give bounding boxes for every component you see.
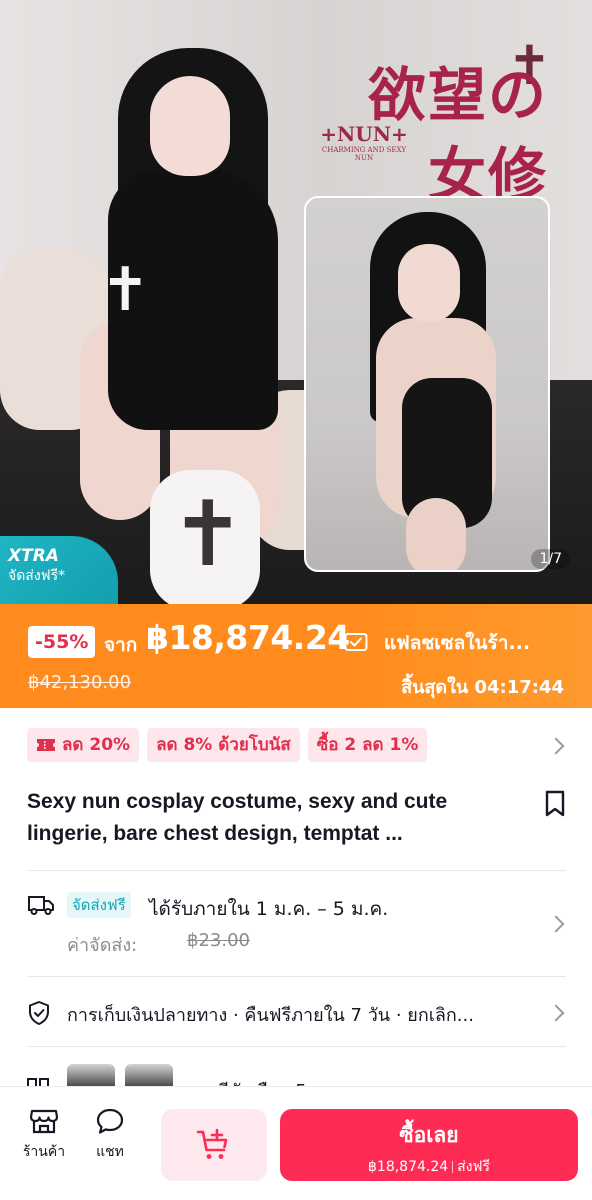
shop-label: ร้านค้า — [22, 1144, 66, 1160]
buy-now-subtitle: ฿18,874.24 ส่งฟรี — [280, 1156, 578, 1178]
bottom-action-bar: ร้านค้า แชท ซื้อเลย ฿18,874.24 ส่งฟรี — [0, 1086, 592, 1200]
coupon-icon — [37, 739, 55, 751]
chat-button[interactable]: แชท — [80, 1107, 140, 1163]
discount-badge: -55% — [28, 626, 96, 658]
nun-tag-subtitle: CHARMING AND SEXY NUN — [321, 146, 407, 163]
store-icon — [29, 1109, 59, 1134]
shipping-fee-label: ค่าจัดส่ง: — [67, 935, 138, 956]
product-image-carousel[interactable]: ✝ ✝ ✝ 欲望の 女修 +NUN+ CHARMING AND SEXY NUN… — [0, 0, 592, 604]
chevron-right-icon[interactable] — [547, 737, 565, 755]
divider — [27, 976, 566, 977]
price-from-label: จาก — [104, 634, 138, 656]
buy-now-label: ซื้อเลย — [399, 1123, 459, 1147]
shield-check-icon — [29, 1001, 49, 1025]
bookmark-icon[interactable] — [544, 790, 566, 818]
buy-now-button[interactable]: ซื้อเลย ฿18,874.24 ส่งฟรี — [280, 1109, 578, 1181]
add-to-cart-icon — [196, 1128, 228, 1159]
promo-chip-bonus[interactable]: ลด 8% ด้วยโบนัส — [147, 728, 300, 762]
hero-title-line1: 欲望の — [367, 61, 548, 129]
nun-tag-title: +NUN+ — [320, 122, 408, 146]
chat-bubble-icon — [96, 1108, 124, 1134]
shipping-info-row[interactable]: จัดส่งฟรี ได้รับภายใน 1 ม.ค. – 5 ม.ค. ค่… — [27, 890, 567, 960]
flash-sale-label: แฟลชเซลในร้า... — [384, 632, 531, 654]
free-shipping-tag: จัดส่งฟรี — [67, 892, 131, 918]
nun-tag: +NUN+ CHARMING AND SEXY NUN — [314, 122, 414, 163]
delivery-truck-icon — [28, 896, 54, 915]
original-price: ฿42,130.00 — [28, 672, 132, 693]
xtra-label: XTRA — [8, 546, 59, 566]
buy-now-price: ฿18,874.24 — [368, 1159, 449, 1175]
free-shipping-label: จัดส่งฟรี* — [8, 568, 66, 584]
cross-icon: ✝ — [100, 255, 151, 325]
divider — [27, 1046, 566, 1047]
xtra-free-shipping-badge: XTRA จัดส่งฟรี* — [0, 536, 118, 604]
cross-icon: ✝ — [170, 482, 246, 587]
promo-chip-label: ซื้อ 2 ลด 1% — [316, 735, 419, 755]
image-page-indicator: 1/7 — [531, 549, 570, 569]
current-price: ฿18,874.24 — [146, 618, 350, 657]
service-guarantee-row[interactable]: การเก็บเงินปลายทาง · คืนฟรีภายใน 7 วัน ·… — [27, 996, 567, 1028]
add-to-cart-button[interactable] — [161, 1109, 267, 1181]
promo-chip-bundle[interactable]: ซื้อ 2 ลด 1% — [307, 728, 428, 762]
promo-chip-coupon[interactable]: ลด 20% — [27, 728, 140, 762]
shop-button[interactable]: ร้านค้า — [14, 1107, 74, 1163]
separator — [452, 1161, 454, 1173]
divider — [27, 870, 566, 871]
service-guarantee-text: การเก็บเงินปลายทาง · คืนฟรีภายใน 7 วัน ·… — [67, 1005, 474, 1026]
buy-now-shipping: ส่งฟรี — [457, 1159, 490, 1175]
flash-sale-icon — [344, 633, 368, 651]
promo-chip-label: ลด 8% ด้วยโบนัส — [156, 735, 291, 755]
inset-photo — [304, 196, 550, 572]
product-title: Sexy nun cosplay costume, sexy and cute … — [27, 790, 448, 845]
sale-countdown: สิ้นสุดใน 04:17:44 — [401, 677, 564, 698]
promo-chip-label: ลด 20% — [62, 735, 131, 755]
flash-sale-banner[interactable]: -55% จาก ฿18,874.24 แฟลชเซลในร้า... ฿42,… — [0, 604, 592, 708]
promo-chips[interactable]: ลด 20% ลด 8% ด้วยโบนัส ซื้อ 2 ลด 1% — [27, 728, 428, 762]
chat-label: แชท — [96, 1144, 124, 1160]
shipping-fee-value: ฿23.00 — [187, 930, 250, 951]
model-figure: ✝ ✝ — [60, 20, 310, 604]
delivery-eta: ได้รับภายใน 1 ม.ค. – 5 ม.ค. — [149, 898, 389, 920]
